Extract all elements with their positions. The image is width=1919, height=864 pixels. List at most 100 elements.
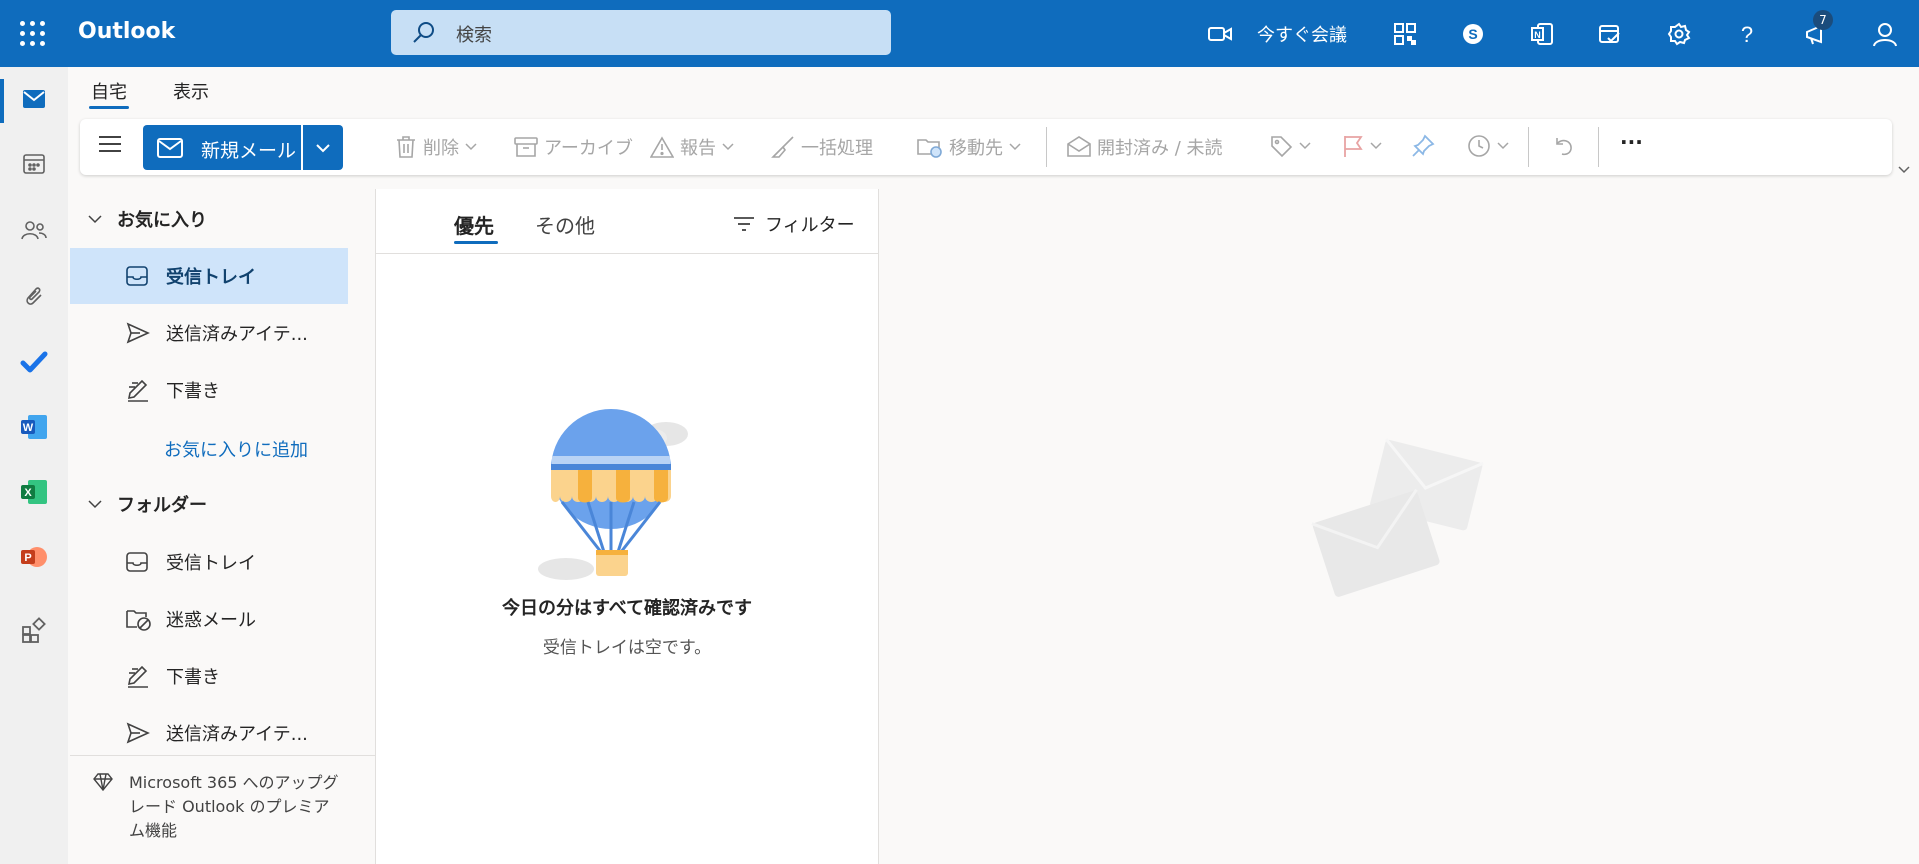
send-icon — [126, 322, 150, 344]
filter-button[interactable]: フィルター — [733, 211, 855, 237]
favorites-header[interactable]: お気に入り — [87, 206, 207, 232]
video-meeting-icon[interactable] — [1203, 17, 1237, 51]
powerpoint-icon[interactable]: P — [16, 539, 52, 575]
search-placeholder: 検索 — [456, 25, 492, 46]
app-rail: W X P — [0, 67, 68, 864]
undo-button[interactable] — [1552, 134, 1576, 158]
favorite-item-label: 送信済みアイテ... — [166, 324, 308, 345]
search-box[interactable]: 検索 — [391, 10, 891, 55]
more-options-button[interactable]: ··· — [1620, 130, 1643, 154]
report-button[interactable]: 報告 — [650, 134, 734, 160]
read-unread-label: 開封済み / 未読 — [1097, 138, 1223, 159]
ribbon-collapse-chevron-icon[interactable] — [1897, 160, 1911, 179]
broom-icon — [771, 136, 794, 158]
diamond-icon — [93, 773, 113, 795]
more-apps-icon[interactable] — [16, 612, 52, 648]
favorite-item-sent[interactable]: 送信済みアイテ... — [70, 305, 348, 361]
calendar-icon[interactable] — [16, 146, 52, 182]
tab-other[interactable]: その他 — [535, 210, 595, 239]
delete-button[interactable]: 削除 — [395, 134, 477, 160]
move-to-button[interactable]: 移動先 — [917, 134, 1021, 160]
envelope-open-icon — [1067, 136, 1091, 157]
new-mail-dropdown[interactable] — [303, 125, 343, 170]
tab-view[interactable]: 表示 — [173, 78, 209, 104]
svg-text:X: X — [24, 487, 32, 499]
chevron-down-icon — [1370, 142, 1382, 150]
empty-state-title: 今日の分はすべて確認済みです — [501, 598, 753, 619]
ribbon-divider — [1528, 127, 1529, 167]
tab-focused[interactable]: 優先 — [454, 210, 494, 239]
categorize-button[interactable] — [1269, 134, 1311, 158]
ribbon-divider — [1046, 127, 1047, 167]
favorite-item-label: 下書き — [166, 381, 220, 402]
tab-home[interactable]: 自宅 — [91, 78, 127, 104]
ribbon-toolbar: 新規メール 削除 アーカイブ 報告 一括処理 移動先 開封済み / 未読 ··· — [80, 119, 1892, 175]
app-name[interactable]: Outlook — [78, 19, 175, 44]
chevron-down-icon — [722, 143, 734, 151]
app-launcher-icon[interactable] — [20, 21, 46, 47]
pin-button[interactable] — [1411, 134, 1435, 158]
mail-icon[interactable] — [16, 81, 52, 117]
chevron-down-icon — [1009, 143, 1021, 151]
undo-icon — [1556, 138, 1572, 156]
pencil-icon — [127, 665, 148, 688]
todo-check-icon[interactable] — [16, 344, 52, 380]
report-label: 報告 — [680, 138, 716, 159]
pencil-icon — [127, 379, 148, 402]
new-mail-button[interactable]: 新規メール — [143, 125, 301, 170]
notification-badge: 7 — [1813, 10, 1833, 30]
calendar-check-icon[interactable] — [1593, 17, 1627, 51]
tag-icon — [1271, 136, 1293, 158]
list-header-divider — [376, 253, 878, 254]
attachment-icon[interactable] — [16, 278, 52, 314]
add-to-favorites-link[interactable]: お気に入りに追加 — [164, 436, 308, 462]
upgrade-promo-link[interactable]: Microsoft 365 へのアップグレード Outlook のプレミアム機能 — [129, 771, 339, 843]
snooze-button[interactable] — [1467, 134, 1509, 158]
favorites-header-label: お気に入り — [117, 210, 207, 231]
inbox-icon — [126, 266, 148, 286]
clock-icon — [1468, 135, 1490, 157]
archive-button[interactable]: アーカイブ — [514, 134, 633, 160]
top-bar: Outlook 検索 今すぐ会議 S N ? 7 — [0, 0, 1919, 67]
read-unread-button[interactable]: 開封済み / 未読 — [1067, 134, 1223, 160]
chevron-down-icon — [88, 215, 102, 224]
svg-text:W: W — [23, 422, 34, 434]
new-mail-label: 新規メール — [201, 140, 297, 162]
search-icon — [413, 22, 434, 43]
sweep-button[interactable]: 一括処理 — [771, 134, 873, 160]
archive-icon — [514, 137, 538, 157]
junk-folder-icon — [126, 610, 151, 631]
filter-label: フィルター — [765, 215, 855, 236]
settings-gear-icon[interactable] — [1662, 17, 1696, 51]
chevron-down-icon — [1299, 142, 1311, 150]
favorite-item-drafts[interactable]: 下書き — [70, 362, 348, 418]
word-icon[interactable]: W — [16, 409, 52, 445]
svg-text:P: P — [24, 552, 31, 564]
skype-icon[interactable]: S — [1456, 17, 1490, 51]
help-icon[interactable]: ? — [1730, 17, 1764, 51]
favorite-item-label: 受信トレイ — [166, 267, 256, 288]
hamburger-menu-icon[interactable] — [97, 133, 123, 159]
tab-home-underline — [89, 106, 129, 109]
folder-item-sent[interactable]: 送信済みアイテ... — [70, 705, 348, 761]
folders-header[interactable]: フォルダー — [87, 491, 207, 517]
excel-icon[interactable]: X — [16, 474, 52, 510]
reading-pane-envelopes-illustration — [1311, 438, 1484, 597]
people-icon[interactable] — [16, 212, 52, 248]
chevron-down-icon — [465, 143, 477, 151]
folder-item-inbox[interactable]: 受信トレイ — [70, 534, 348, 590]
account-avatar-icon[interactable] — [1868, 17, 1902, 51]
folder-item-drafts[interactable]: 下書き — [70, 648, 348, 704]
folder-item-junk[interactable]: 迷惑メール — [70, 591, 348, 647]
onenote-icon[interactable]: N — [1525, 17, 1559, 51]
chevron-down-icon — [1497, 142, 1509, 150]
chevron-down-icon — [316, 143, 330, 152]
ribbon-divider — [1598, 127, 1599, 167]
flag-button[interactable] — [1342, 134, 1382, 158]
meet-now-button[interactable]: 今すぐ会議 — [1257, 21, 1347, 47]
sweep-label: 一括処理 — [801, 138, 873, 159]
folder-item-label: 下書き — [166, 667, 220, 688]
favorite-item-inbox[interactable]: 受信トレイ — [70, 248, 348, 304]
move-to-label: 移動先 — [949, 138, 1003, 159]
qr-code-icon[interactable] — [1388, 17, 1422, 51]
